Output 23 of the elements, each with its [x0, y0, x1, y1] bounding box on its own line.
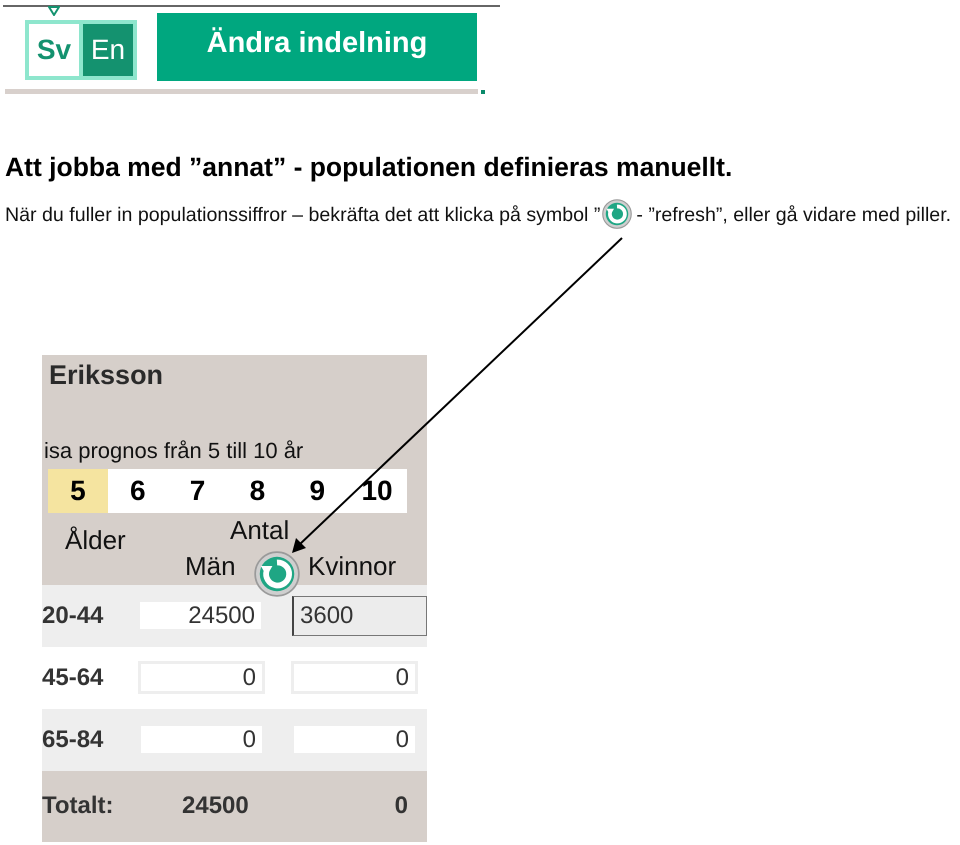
language-button[interactable]: En [83, 24, 133, 76]
age-column-header: Ålder [65, 524, 126, 556]
section-heading: Att jobba med ”annat” - populationen definieras manuellt. [5, 152, 734, 183]
municipality-name: Eriksson [48, 359, 164, 392]
total-men: 24500 [182, 792, 250, 820]
total-women: 0 [394, 792, 408, 820]
age-group-label: 20-44 [42, 602, 104, 630]
women-count-field[interactable]: 0 [291, 661, 418, 694]
language-button[interactable]: Sv [29, 24, 79, 76]
year-tab[interactable]: 5 [48, 469, 108, 513]
instruction-text: - ”refresh”, eller gå vidare med piller. [636, 204, 952, 226]
total-label: Totalt: [42, 792, 115, 820]
men-count-field[interactable]: 0 [138, 661, 265, 694]
selected-marker-icon [48, 6, 60, 16]
age-group-label: 45-64 [42, 664, 104, 692]
women-count-field[interactable]: 3600 [292, 596, 427, 636]
men-column-header: Män [185, 550, 236, 582]
instruction-text: När du fuller in populationssiffror – bekräfta det att klicka på symbol ” [5, 204, 600, 226]
count-column-header: Antal [230, 514, 290, 546]
refresh-icon [602, 199, 632, 229]
women-column-header: Kvinnor [308, 550, 396, 582]
age-group-label: 65-84 [42, 726, 104, 754]
forecast-range-label: isa prognos från 5 till 10 år [43, 436, 304, 465]
